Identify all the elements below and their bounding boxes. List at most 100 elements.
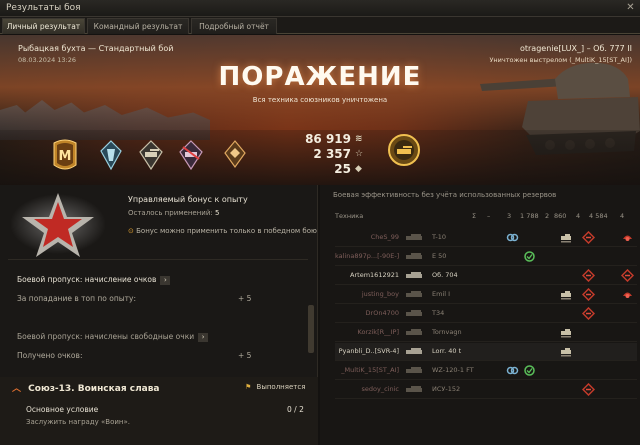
battle-pass-points-title: Боевой пропуск: начисление очков [17, 275, 157, 284]
uses-value: 5 [215, 209, 220, 217]
mission-condition: Основное условие [26, 405, 99, 414]
hit-vehicle-icon[interactable] [560, 345, 573, 358]
xp-star-icon: ☆ [355, 148, 364, 159]
team-row[interactable]: Pyanbli_D..[SVR-4] Lorr. 40 t [335, 343, 637, 361]
bonds-value: 25 [334, 161, 351, 176]
credits-value: 86 919 [305, 131, 351, 146]
map-name: Рыбацкая бухта — Стандартный бой [18, 44, 174, 53]
column-header-hits[interactable]: 2 [545, 212, 549, 220]
points-received-label: Получено очков: [17, 351, 83, 360]
tab-detailed-report[interactable]: Подробный отчёт [191, 18, 277, 34]
tank-name: Lorr. 40 t [432, 347, 462, 355]
player-name: sedoy_cinic [361, 385, 399, 393]
column-header-blocked[interactable]: 860 [554, 212, 566, 220]
team-row[interactable]: Korzik[R__IP] Tornvagn [335, 324, 637, 342]
arrow-right-icon[interactable]: › [198, 332, 209, 342]
xp-total: 2 357 ☆ [295, 146, 365, 161]
achievement-rank-icon[interactable] [221, 135, 249, 175]
mission-status-text: Выполняется [256, 383, 306, 391]
kill-red-icon[interactable] [581, 382, 596, 397]
column-header-dash[interactable]: – [487, 212, 490, 220]
achievement-tank-icon-1[interactable] [137, 135, 165, 175]
tab-personal-result[interactable]: Личный результат [2, 18, 85, 34]
kill-red-icon[interactable] [581, 287, 596, 302]
tank-name: E 50 [432, 252, 447, 260]
scrollbar-thumb[interactable] [308, 305, 314, 353]
tab-team-result[interactable]: Командный результат [87, 18, 189, 34]
xp-bonus-uses: Осталось применений: 5 [128, 209, 219, 217]
team-efficiency-panel: Боевая эффективность без учёта использов… [320, 185, 640, 445]
mission-progress: 0 / 2 [287, 405, 304, 414]
uses-label: Осталось применений: [128, 209, 213, 217]
column-header-sum[interactable]: Σ [472, 212, 476, 220]
kill-red-icon[interactable] [581, 230, 596, 245]
hit-vehicle-icon[interactable] [560, 326, 573, 339]
player-name: CheS_99 [370, 233, 399, 241]
battle-result-subtitle: Вся техника союзников уничтожена [252, 96, 388, 104]
window-titlebar: Результаты боя ✕ [0, 0, 640, 17]
column-header-spotted[interactable]: 3 [507, 212, 511, 220]
tank-class-icon [403, 309, 427, 318]
mastery-letter: M [59, 149, 72, 164]
player-name: justing_boy [361, 290, 399, 298]
mission-panel: ︿ Союз-13. Воинская слава ⚑ Выполняется … [0, 377, 318, 445]
player-name: Korzik[R__IP] [357, 328, 400, 336]
battle-result-title: ПОРАЖЕНИЕ [218, 62, 422, 92]
tank-name: Tornvagn [432, 328, 462, 336]
team-row[interactable]: DrOn4700 T34 [335, 305, 637, 323]
achievement-shield-icon[interactable] [97, 135, 125, 175]
mission-description: Заслужить награду «Воин». [26, 418, 131, 426]
tank-class-icon [403, 385, 427, 394]
assist-green-icon[interactable] [523, 364, 536, 377]
kill-red-icon[interactable] [581, 268, 596, 283]
team-row[interactable]: CheS_99 T-10 [335, 229, 637, 247]
column-header-assist[interactable]: 1 788 [520, 212, 539, 220]
team-row[interactable]: Artem1612921 Об. 704 [335, 267, 637, 285]
personal-panel: Управляемый бонус к опыту Осталось приме… [0, 185, 318, 445]
tank-name: Emil I [432, 290, 451, 298]
kill-red-icon[interactable] [581, 306, 596, 321]
arrow-right-icon[interactable]: › [160, 275, 171, 285]
xp-value: 2 357 [313, 146, 351, 161]
battle-pass-points-section[interactable]: Боевой пропуск: начисление очков › [17, 275, 171, 285]
spot-icon[interactable] [506, 231, 519, 244]
column-header-vehicle[interactable]: Техника [335, 212, 363, 220]
team-efficiency-title: Боевая эффективность без учёта использов… [333, 191, 557, 199]
column-header-count[interactable]: 4 [620, 212, 624, 220]
window-title: Результаты боя [6, 3, 81, 13]
kill-red-icon[interactable] [620, 268, 635, 283]
assist-green-icon[interactable] [523, 250, 536, 263]
close-icon[interactable]: ✕ [624, 2, 637, 14]
team-row[interactable]: _MultiK_15[ST_AI] WZ-120-1 FT [335, 362, 637, 380]
kill-red2-icon[interactable] [621, 288, 634, 301]
mission-header[interactable]: ︿ Союз-13. Воинская слава [12, 381, 160, 394]
xp-bonus-title: Управляемый бонус к опыту [128, 195, 248, 204]
mission-title: Союз-13. Воинская слава [28, 384, 160, 394]
kill-red2-icon[interactable] [621, 231, 634, 244]
hit-vehicle-icon[interactable] [560, 288, 573, 301]
column-header-kills[interactable]: 4 [576, 212, 580, 220]
tank-class-icon [403, 290, 427, 299]
tank-name: WZ-120-1 FT [432, 366, 474, 374]
team-row[interactable]: justing_boy Emil I [335, 286, 637, 304]
tank-name: T-10 [432, 233, 446, 241]
player-name: _MultiK_15[ST_AI] [341, 366, 399, 374]
hit-vehicle-icon[interactable] [560, 231, 573, 244]
tank-class-icon [403, 328, 427, 337]
credits-icon: ≋ [355, 133, 363, 144]
flag-icon: ⚑ [245, 383, 252, 391]
mastery-badge-m-icon[interactable]: M [51, 135, 79, 175]
spot-icon[interactable] [506, 364, 519, 377]
bonds-total: 25 ◆ [295, 161, 365, 176]
xp-bonus-note: ⊙ Бонус можно применить только в победно… [128, 227, 317, 235]
tank-name: ИСУ-152 [432, 385, 461, 393]
battle-pass-free-points-section[interactable]: Боевой пропуск: начислены свободные очки… [17, 332, 209, 342]
tank-class-icon [403, 366, 427, 375]
team-row[interactable]: kalina897p...[-90E-] E 50 [335, 248, 637, 266]
team-row[interactable]: sedoy_cinic ИСУ-152 [335, 381, 637, 399]
mission-status: ⚑ Выполняется [245, 383, 305, 391]
achievement-tank-icon-2[interactable] [177, 135, 205, 175]
marksman-tank-medal-icon[interactable] [387, 133, 421, 167]
chevron-up-icon[interactable]: ︿ [12, 384, 21, 394]
column-header-damage[interactable]: 4 584 [589, 212, 608, 220]
